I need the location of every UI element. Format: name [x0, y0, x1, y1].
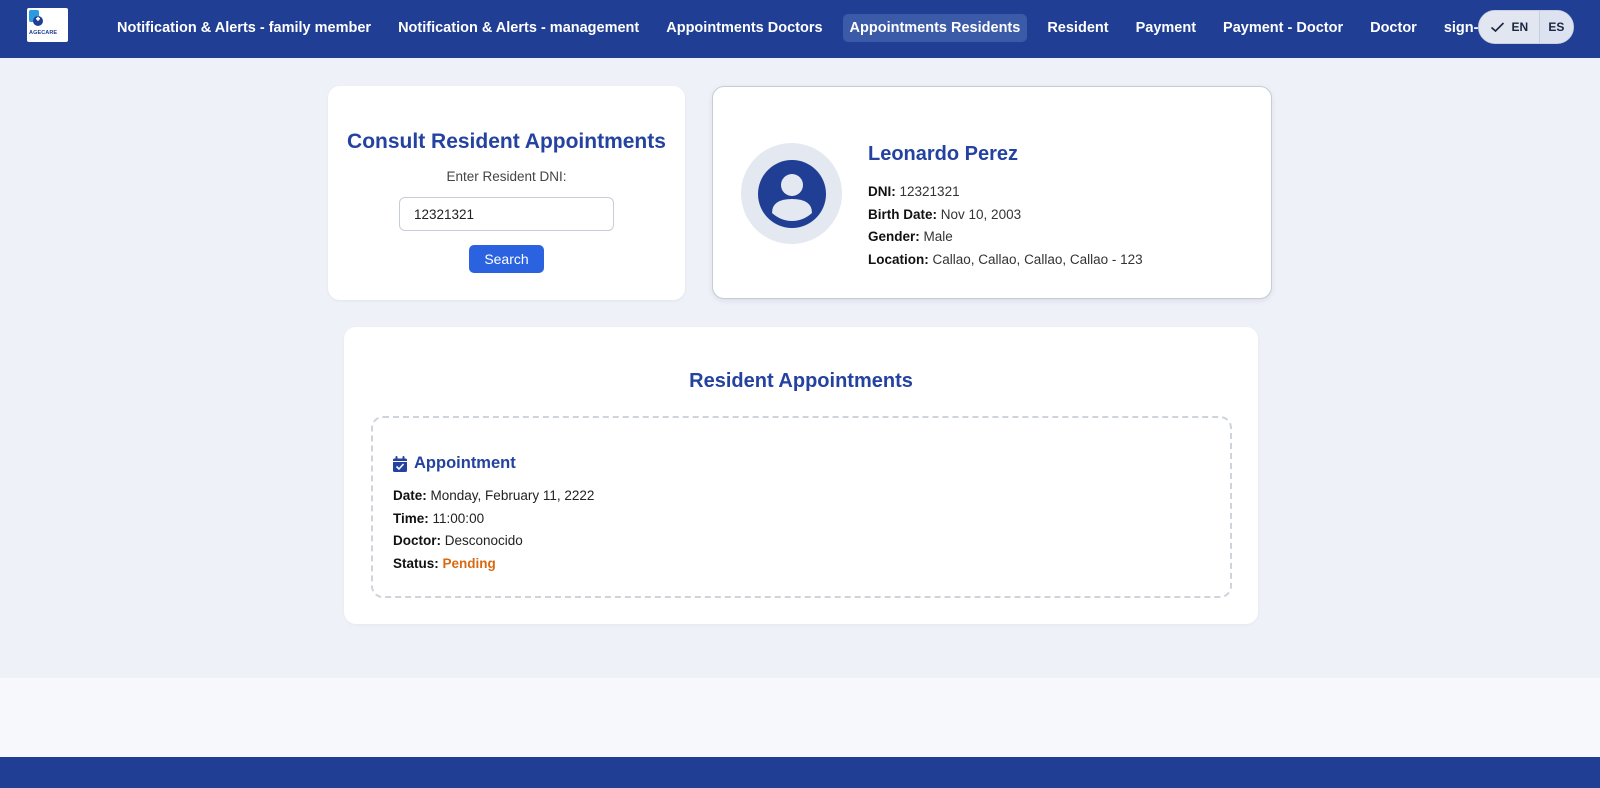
appointment-details: Date: Monday, February 11, 2222 Time: 11… — [393, 485, 594, 576]
resident-dni-row: DNI: 12321321 — [868, 181, 1143, 204]
nav-item-appointments-residents[interactable]: Appointments Residents — [842, 14, 1028, 42]
top-navigation-bar: AGECARE Notification & Alerts - family m… — [0, 0, 1600, 58]
doctor-value: Desconocido — [444, 533, 523, 549]
birth-date-label: Birth Date: — [868, 206, 938, 222]
language-label-es: ES — [1548, 20, 1565, 34]
dni-value: 12321321 — [899, 184, 960, 199]
logo-text: AGECARE — [29, 30, 58, 36]
appointment-doctor-row: Doctor: Desconocido — [393, 530, 594, 553]
footer-bar — [0, 757, 1600, 788]
dni-field-label: DNI: — [868, 184, 896, 199]
appointment-time-row: Time: 11:00:00 — [393, 508, 594, 531]
date-label: Date: — [393, 488, 427, 503]
avatar — [741, 143, 842, 244]
language-option-es[interactable]: ES — [1539, 11, 1573, 43]
status-label: Status: — [393, 556, 439, 572]
nav-item-notifications-management[interactable]: Notification & Alerts - management — [391, 14, 646, 42]
resident-location-row: Location: Callao, Callao, Callao, Callao… — [868, 249, 1143, 272]
location-label: Location: — [868, 252, 929, 268]
time-label: Time: — [393, 510, 429, 526]
appointment-date-row: Date: Monday, February 11, 2222 — [393, 485, 594, 508]
appointments-title: Resident Appointments — [689, 370, 913, 392]
gender-label: Gender: — [868, 229, 920, 245]
time-value: 11:00:00 — [432, 510, 485, 526]
nav-item-payment[interactable]: Payment — [1129, 14, 1203, 42]
status-badge: Pending — [442, 556, 496, 572]
main-nav: Notification & Alerts - family member No… — [110, 13, 1591, 43]
gender-value: Male — [923, 229, 953, 245]
resident-profile-card: Leonardo Perez DNI: 12321321 Birth Date:… — [712, 86, 1272, 299]
agecare-logo[interactable]: AGECARE — [27, 8, 68, 42]
resident-details: DNI: 12321321 Birth Date: Nov 10, 2003 G… — [868, 181, 1143, 272]
search-button[interactable]: Search — [469, 245, 544, 273]
language-option-en[interactable]: EN — [1479, 11, 1540, 43]
footer-spacer — [0, 678, 1600, 757]
appointment-header: Appointment — [393, 454, 516, 473]
user-circle-icon — [757, 159, 826, 228]
nav-item-payment-doctor[interactable]: Payment - Doctor — [1216, 14, 1350, 42]
language-toggle: EN ES — [1478, 10, 1574, 44]
nav-item-resident[interactable]: Resident — [1040, 14, 1115, 42]
resident-birth-row: Birth Date: Nov 10, 2003 — [868, 204, 1143, 227]
birth-date-value: Nov 10, 2003 — [940, 206, 1022, 222]
calendar-check-icon — [393, 455, 407, 472]
nav-item-doctor[interactable]: Doctor — [1363, 14, 1424, 42]
language-label-en: EN — [1511, 20, 1529, 34]
nav-item-appointments-doctors[interactable]: Appointments Doctors — [659, 14, 829, 42]
resident-appointments-card: Resident Appointments Appointment Date: … — [344, 327, 1258, 624]
date-value: Monday, February 11, 2222 — [430, 488, 595, 503]
location-value: Callao, Callao, Callao, Callao - 123 — [932, 252, 1143, 268]
doctor-label: Doctor: — [393, 533, 441, 549]
dni-input[interactable] — [399, 197, 614, 231]
resident-gender-row: Gender: Male — [868, 226, 1143, 249]
logo-mark-icon — [29, 10, 43, 26]
search-card: Consult Resident Appointments Enter Resi… — [328, 86, 685, 300]
appointment-status-row: Status: Pending — [393, 553, 594, 576]
nav-item-notifications-family[interactable]: Notification & Alerts - family member — [110, 14, 378, 42]
appointment-heading: Appointment — [414, 454, 516, 472]
search-title: Consult Resident Appointments — [347, 130, 666, 153]
dni-label: Enter Resident DNI: — [446, 169, 567, 184]
check-icon — [1490, 22, 1504, 33]
appointment-item: Appointment Date: Monday, February 11, 2… — [371, 416, 1232, 598]
resident-name: Leonardo Perez — [868, 143, 1019, 165]
